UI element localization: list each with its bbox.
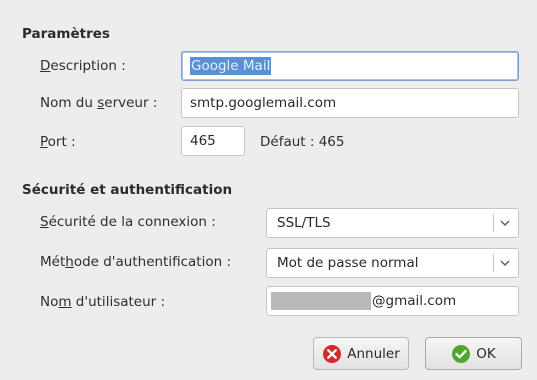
combo-separator	[493, 214, 494, 232]
combo-separator	[493, 254, 494, 272]
section-title-parameters: Paramètres	[22, 26, 110, 42]
server-label: Nom du serveur :	[40, 95, 158, 111]
connection-security-value: SSL/TLS	[277, 215, 331, 231]
cancel-button[interactable]: Annuler	[313, 337, 409, 370]
ok-button-label: OK	[476, 345, 496, 362]
auth-method-select[interactable]: Mot de passe normal	[266, 248, 519, 278]
connection-security-label: Sécurité de la connexion :	[40, 214, 216, 230]
server-input-value: smtp.googlemail.com	[190, 95, 337, 111]
redacted-username	[271, 292, 371, 310]
chevron-down-icon	[500, 260, 510, 266]
description-input[interactable]: Google Mail	[181, 51, 519, 81]
connection-security-select[interactable]: SSL/TLS	[266, 208, 519, 238]
description-label: Description :	[40, 58, 126, 74]
section-title-security: Sécurité et authentification	[22, 182, 233, 198]
auth-method-value: Mot de passe normal	[277, 255, 419, 271]
port-input[interactable]: 465	[181, 126, 245, 156]
port-default-text: Défaut : 465	[260, 134, 345, 150]
description-input-value: Google Mail	[190, 57, 272, 75]
server-input[interactable]: smtp.googlemail.com	[181, 88, 519, 118]
port-input-value: 465	[190, 133, 216, 149]
cancel-button-label: Annuler	[347, 345, 400, 362]
ok-button[interactable]: OK	[425, 337, 522, 370]
chevron-down-icon	[500, 220, 510, 226]
checkmark-icon	[452, 344, 471, 363]
username-input[interactable]: @gmail.com	[266, 286, 519, 316]
auth-method-label: Méthode d'authentification :	[40, 254, 232, 270]
port-label: Port :	[40, 134, 76, 150]
cancel-icon	[323, 344, 342, 363]
username-domain: @gmail.com	[372, 293, 457, 309]
username-label: Nom d'utilisateur :	[40, 294, 166, 310]
